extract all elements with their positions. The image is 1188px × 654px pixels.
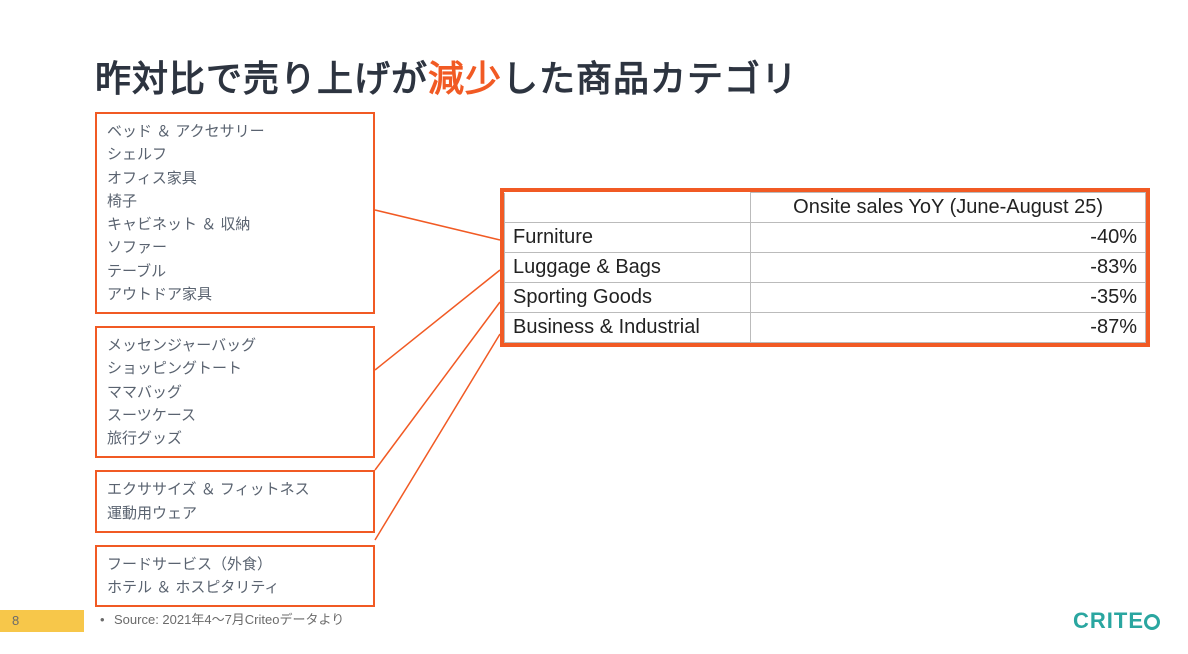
list-item: 椅子 [107, 190, 363, 213]
category-box-3: フードサービス（外食） ホテル ＆ ホスピタリティ [95, 545, 375, 608]
page-number: 8 [12, 613, 19, 628]
table-row: Onsite sales YoY (June-August 25) [505, 193, 1146, 223]
title-accent: 減少 [428, 58, 502, 99]
source-text: Source: 2021年4～7月Criteoデータより [114, 612, 344, 627]
category-box-1: メッセンジャーバッグ ショッピングトート ママバッグ スーツケース 旅行グッズ [95, 326, 375, 458]
list-item: シェルフ [107, 143, 363, 166]
list-item: スーツケース [107, 404, 363, 427]
table-header-col2: Onsite sales YoY (June-August 25) [751, 193, 1146, 223]
list-item: ソファー [107, 236, 363, 259]
list-item: ショッピングトート [107, 357, 363, 380]
list-item: テーブル [107, 260, 363, 283]
table-cell-value: -35% [751, 283, 1146, 313]
slide-title: 昨対比で売り上げが減少した商品カテゴリ [95, 50, 798, 102]
logo-text: CRITE [1073, 608, 1144, 633]
criteo-logo: CRITE [1073, 608, 1160, 634]
list-item: 運動用ウェア [107, 502, 363, 525]
list-item: オフィス家具 [107, 167, 363, 190]
source-citation: • Source: 2021年4～7月Criteoデータより [100, 609, 344, 628]
category-box-0: ベッド ＆ アクセサリー シェルフ オフィス家具 椅子 キャビネット ＆ 収納 … [95, 112, 375, 314]
table-row: Luggage & Bags -83% [505, 253, 1146, 283]
logo-o-icon [1144, 614, 1160, 630]
table-cell-label: Sporting Goods [505, 283, 751, 313]
list-item: ママバッグ [107, 381, 363, 404]
table-cell-label: Luggage & Bags [505, 253, 751, 283]
table-row: Sporting Goods -35% [505, 283, 1146, 313]
category-box-2: エクササイズ ＆ フィットネス 運動用ウェア [95, 470, 375, 533]
table-row: Business & Industrial -87% [505, 313, 1146, 343]
list-item: メッセンジャーバッグ [107, 334, 363, 357]
connector-line [375, 302, 500, 470]
list-item: 旅行グッズ [107, 427, 363, 450]
connector-line [375, 334, 500, 540]
table-cell-label: Business & Industrial [505, 313, 751, 343]
table-cell-blank [505, 193, 751, 223]
category-boxes: ベッド ＆ アクセサリー シェルフ オフィス家具 椅子 キャビネット ＆ 収納 … [95, 112, 375, 619]
list-item: キャビネット ＆ 収納 [107, 213, 363, 236]
list-item: ホテル ＆ ホスピタリティ [107, 576, 363, 599]
title-pre: 昨対比で売り上げが [95, 58, 428, 99]
table-cell-value: -83% [751, 253, 1146, 283]
list-item: アウトドア家具 [107, 283, 363, 306]
table-cell-value: -40% [751, 223, 1146, 253]
yoy-table: Onsite sales YoY (June-August 25) Furnit… [500, 188, 1150, 347]
table-row: Furniture -40% [505, 223, 1146, 253]
bullet-icon: • [100, 612, 106, 627]
list-item: エクササイズ ＆ フィットネス [107, 478, 363, 501]
table-cell-label: Furniture [505, 223, 751, 253]
list-item: ベッド ＆ アクセサリー [107, 120, 363, 143]
list-item: フードサービス（外食） [107, 553, 363, 576]
table-cell-value: -87% [751, 313, 1146, 343]
table: Onsite sales YoY (June-August 25) Furnit… [504, 192, 1146, 343]
connector-line [375, 270, 500, 370]
slide: 昨対比で売り上げが減少した商品カテゴリ ベッド ＆ アクセサリー シェルフ オフ… [0, 0, 1188, 654]
title-post: した商品カテゴリ [502, 58, 798, 99]
connector-line [375, 210, 500, 240]
